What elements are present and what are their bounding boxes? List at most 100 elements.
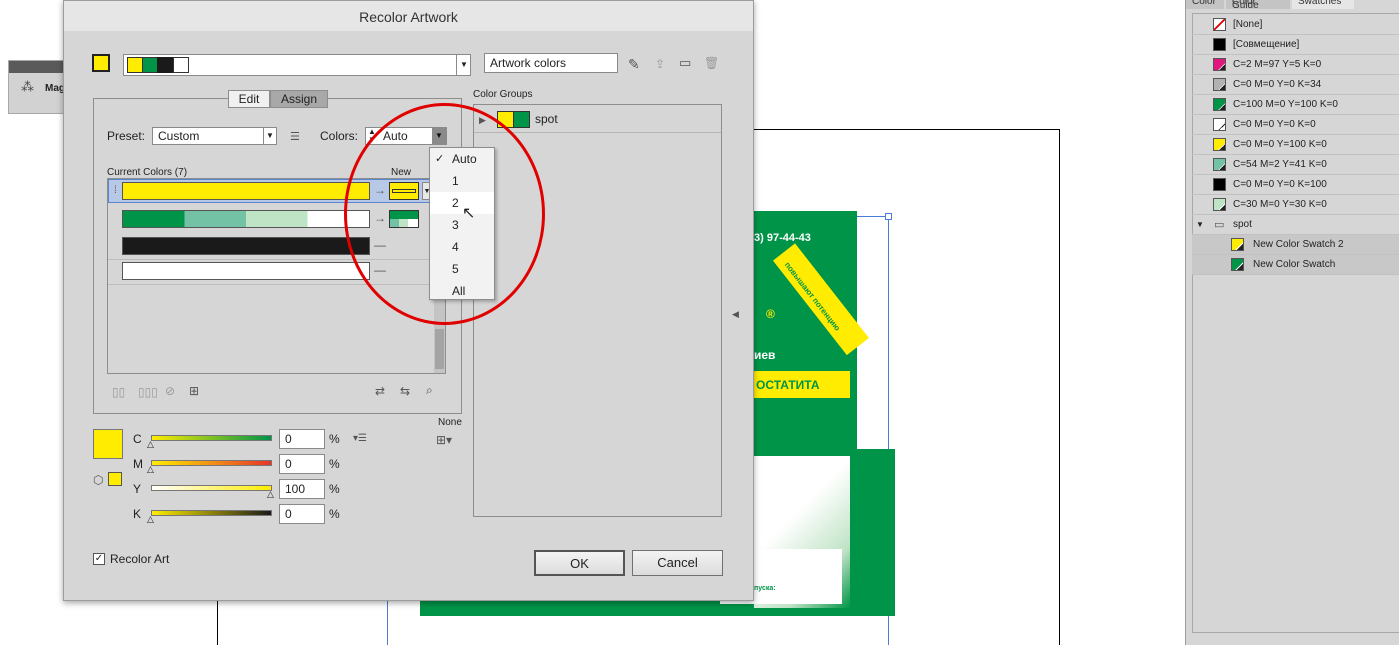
swatch-label: C=0 M=0 Y=100 K=0: [1233, 139, 1327, 150]
swatch-row[interactable]: [Совмещение]: [1192, 35, 1399, 55]
group-swatch-row[interactable]: New Color Swatch 2: [1192, 235, 1399, 255]
slider-c-thumb[interactable]: △: [147, 440, 154, 449]
slider-m[interactable]: [151, 460, 272, 466]
merge-colors-icon[interactable]: ▯▯: [112, 385, 125, 399]
group-label: spot: [1233, 219, 1252, 230]
spot-swatch-chip: [1231, 258, 1244, 271]
ok-button[interactable]: OK: [534, 550, 625, 576]
swatch-row[interactable]: C=0 M=0 Y=100 K=0: [1192, 135, 1399, 155]
swatch-chip: [1213, 158, 1226, 171]
harmony-dropdown-arrow[interactable]: ▼: [456, 54, 471, 76]
recolor-art-checkbox[interactable]: ✓: [93, 553, 105, 565]
swatch-chip: [1213, 38, 1226, 51]
slider-c[interactable]: [151, 435, 272, 441]
new-folder-icon[interactable]: ▭: [679, 56, 691, 70]
swatch-row[interactable]: C=30 M=0 Y=30 K=0: [1192, 195, 1399, 215]
group-swatch-row[interactable]: New Color Swatch: [1192, 255, 1399, 275]
spot-swatch-chip: [1231, 238, 1244, 251]
fill-color-swatch[interactable]: [93, 429, 123, 459]
artwork-colors-field[interactable]: Artwork colors: [484, 53, 618, 73]
label-y: Y: [133, 482, 142, 496]
current-color-bar-green[interactable]: [122, 210, 370, 228]
preset-arrow[interactable]: ▼: [263, 128, 276, 144]
current-color-bar-yellow[interactable]: [122, 182, 370, 200]
swatches-panel: Color Color Guide Swatches [None] [Совмещ…: [1185, 0, 1399, 645]
harmony-colors-field[interactable]: [123, 54, 471, 76]
tab-assign[interactable]: Assign: [270, 90, 328, 108]
percent-c: %: [329, 432, 340, 446]
tab-color-guide[interactable]: Color Guide: [1226, 0, 1290, 9]
swatch-row[interactable]: C=0 M=0 Y=0 K=34: [1192, 75, 1399, 95]
percent-k: %: [329, 507, 340, 521]
swatch-row[interactable]: [None]: [1192, 15, 1399, 35]
slider-m-thumb[interactable]: △: [147, 465, 154, 474]
group-chip-green[interactable]: [513, 111, 530, 128]
mid-text: иев: [754, 348, 776, 362]
group-name[interactable]: spot: [535, 112, 558, 126]
cancel-button[interactable]: Cancel: [632, 550, 723, 576]
tab-edit[interactable]: Edit: [228, 90, 270, 108]
swatch-label: C=0 M=0 Y=0 K=100: [1233, 179, 1327, 190]
eyedropper-icon[interactable]: ✎: [628, 57, 640, 71]
tab-color[interactable]: Color: [1186, 0, 1224, 9]
collapse-panel-icon[interactable]: ◀: [732, 307, 739, 321]
slider-k-thumb[interactable]: △: [147, 515, 154, 524]
group-collapse-icon[interactable]: ▼: [1196, 220, 1204, 229]
drag-handle-icon[interactable]: ⁞: [114, 184, 117, 198]
artboard-border-top: [754, 129, 1060, 130]
recolor-art-label: Recolor Art: [110, 552, 170, 566]
find-color-icon[interactable]: ⌕: [426, 383, 433, 397]
preset-label: Preset:: [107, 129, 146, 143]
randomly-change-order-icon[interactable]: ⇄: [375, 384, 385, 398]
swatch-label: C=0 M=0 Y=0 K=34: [1233, 79, 1322, 90]
swatch-row[interactable]: C=0 M=0 Y=0 K=0: [1192, 115, 1399, 135]
magic-wand-panel: ⁂ Mag: [8, 60, 70, 114]
swatch-row[interactable]: C=100 M=0 Y=100 K=0: [1192, 95, 1399, 115]
swatch-label: C=100 M=0 Y=100 K=0: [1233, 99, 1338, 110]
current-color-bar-white[interactable]: [122, 262, 370, 280]
out-of-gamut-icon[interactable]: ⬡: [93, 473, 103, 487]
separate-colors-icon[interactable]: ▯▯▯: [138, 385, 158, 399]
new-row-icon[interactable]: ⊞: [189, 384, 199, 398]
swatch-chip: [1213, 138, 1226, 151]
tab-swatches[interactable]: Swatches: [1292, 0, 1354, 9]
swatch-row[interactable]: C=2 M=97 Y=5 K=0: [1192, 55, 1399, 75]
input-y[interactable]: 100: [279, 479, 325, 499]
selection-handle[interactable]: [885, 213, 892, 220]
harmony-chip-white: [173, 57, 189, 73]
swatch-chip: [1213, 98, 1226, 111]
delete-icon[interactable]: 🗑: [704, 56, 719, 70]
input-k[interactable]: 0: [279, 504, 325, 524]
folder-icon: ▭: [1214, 219, 1225, 231]
input-m[interactable]: 0: [279, 454, 325, 474]
randomly-change-saturation-icon[interactable]: ⇆: [400, 384, 410, 398]
slider-y-thumb[interactable]: △: [267, 490, 274, 499]
input-c[interactable]: 0: [279, 429, 325, 449]
percent-y: %: [329, 482, 340, 496]
preset-select[interactable]: Custom: [152, 127, 277, 145]
color-mode-icon[interactable]: ⊞▾: [436, 433, 452, 447]
current-colors-label: Current Colors (7): [107, 167, 188, 178]
swatch-row[interactable]: C=54 M=2 Y=41 K=0: [1192, 155, 1399, 175]
save-group-icon[interactable]: ⇪: [655, 57, 665, 71]
slider-y[interactable]: [151, 485, 272, 491]
active-color-swatch[interactable]: [92, 54, 110, 72]
swatch-chip: [1213, 78, 1226, 91]
phone-text: 3) 97-44-43: [754, 232, 811, 244]
artboard-border-right: [1059, 129, 1060, 645]
card-line-1: енное: [754, 481, 779, 491]
swatch-chip: [1213, 198, 1226, 211]
exclude-colors-icon[interactable]: ⊘: [165, 384, 175, 398]
slider-options-icon[interactable]: ▾☰: [353, 432, 367, 446]
magic-wand-icon[interactable]: ⁂: [21, 79, 34, 95]
footer-text: пуска:: [754, 585, 776, 592]
slider-k[interactable]: [151, 510, 272, 516]
current-color-bar-black[interactable]: [122, 237, 370, 255]
swatch-label: New Color Swatch: [1253, 259, 1336, 270]
gamut-color-chip[interactable]: [108, 472, 122, 486]
label-m: M: [133, 457, 143, 471]
highlight-ellipse: [344, 103, 545, 325]
preset-options-icon[interactable]: ☰: [290, 130, 300, 144]
swatch-group-row[interactable]: ▼ ▭ spot: [1192, 215, 1399, 235]
swatch-row[interactable]: C=0 M=0 Y=0 K=100: [1192, 175, 1399, 195]
